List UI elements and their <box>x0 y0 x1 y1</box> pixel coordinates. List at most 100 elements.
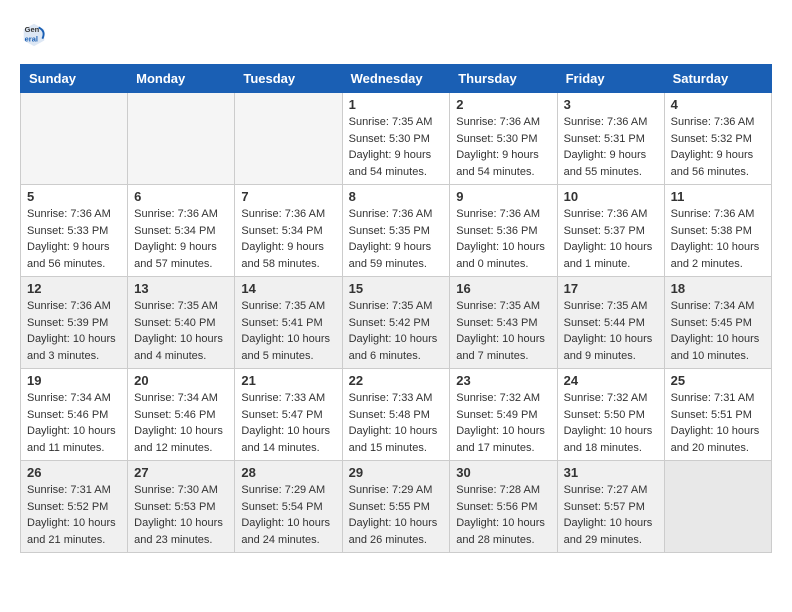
day-info: Sunrise: 7:36 AMSunset: 5:35 PMDaylight:… <box>349 206 444 272</box>
day-info: Sunrise: 7:36 AMSunset: 5:38 PMDaylight:… <box>671 206 765 272</box>
calendar-day-header: Sunday <box>21 65 128 93</box>
day-info: Sunrise: 7:35 AMSunset: 5:41 PMDaylight:… <box>241 298 335 364</box>
calendar-day-cell: 24 Sunrise: 7:32 AMSunset: 5:50 PMDayligh… <box>557 369 664 461</box>
calendar-week-row: 1 Sunrise: 7:35 AMSunset: 5:30 PMDaylight… <box>21 93 772 185</box>
day-number: 8 <box>349 189 444 204</box>
calendar-day-cell: 5 Sunrise: 7:36 AMSunset: 5:33 PMDaylight… <box>21 185 128 277</box>
svg-text:eral: eral <box>25 34 38 43</box>
svg-text:Gen: Gen <box>25 25 40 34</box>
day-info: Sunrise: 7:33 AMSunset: 5:47 PMDaylight:… <box>241 390 335 456</box>
calendar-day-cell: 2Sunrise: 7:36 AMSunset: 5:30 PMDaylight… <box>450 93 557 185</box>
day-number: 17 <box>564 281 658 296</box>
calendar-day-cell: 18Sunrise: 7:34 AMSunset: 5:45 PMDayligh… <box>664 277 771 369</box>
calendar-day-cell: 23 Sunrise: 7:32 AMSunset: 5:49 PMDayligh… <box>450 369 557 461</box>
day-number: 13 <box>134 281 228 296</box>
calendar-day-cell: 1 Sunrise: 7:35 AMSunset: 5:30 PMDaylight… <box>342 93 450 185</box>
day-info: Sunrise: 7:36 AMSunset: 5:33 PMDaylight:… <box>27 206 121 272</box>
calendar-day-header: Monday <box>128 65 235 93</box>
calendar-day-cell: 22 Sunrise: 7:33 AMSunset: 5:48 PMDayligh… <box>342 369 450 461</box>
calendar-day-cell: 12 Sunrise: 7:36 AMSunset: 5:39 PMDayligh… <box>21 277 128 369</box>
day-number: 27 <box>134 465 228 480</box>
day-number: 6 <box>134 189 228 204</box>
calendar-day-cell: 7 Sunrise: 7:36 AMSunset: 5:34 PMDaylight… <box>235 185 342 277</box>
day-number: 25 <box>671 373 765 388</box>
day-number: 10 <box>564 189 658 204</box>
calendar-day-header: Friday <box>557 65 664 93</box>
calendar-day-cell: 13 Sunrise: 7:35 AMSunset: 5:40 PMDayligh… <box>128 277 235 369</box>
day-info: Sunrise: 7:35 AMSunset: 5:44 PMDaylight:… <box>564 298 658 364</box>
day-number: 30 <box>456 465 550 480</box>
calendar-day-header: Tuesday <box>235 65 342 93</box>
day-info: Sunrise: 7:35 AMSunset: 5:30 PMDaylight:… <box>349 114 444 180</box>
calendar-day-cell: 9Sunrise: 7:36 AMSunset: 5:36 PMDaylight… <box>450 185 557 277</box>
day-number: 7 <box>241 189 335 204</box>
calendar-day-cell: 21Sunrise: 7:33 AMSunset: 5:47 PMDayligh… <box>235 369 342 461</box>
day-info: Sunrise: 7:30 AMSunset: 5:53 PMDaylight:… <box>134 482 228 548</box>
day-info: Sunrise: 7:36 AMSunset: 5:39 PMDaylight:… <box>27 298 121 364</box>
calendar-day-cell: 29 Sunrise: 7:29 AMSunset: 5:55 PMDayligh… <box>342 461 450 553</box>
day-number: 4 <box>671 97 765 112</box>
calendar-day-cell: 20 Sunrise: 7:34 AMSunset: 5:46 PMDayligh… <box>128 369 235 461</box>
day-info: Sunrise: 7:35 AMSunset: 5:43 PMDaylight:… <box>456 298 550 364</box>
day-info: Sunrise: 7:33 AMSunset: 5:48 PMDaylight:… <box>349 390 444 456</box>
day-info: Sunrise: 7:34 AMSunset: 5:45 PMDaylight:… <box>671 298 765 364</box>
calendar-week-row: 12 Sunrise: 7:36 AMSunset: 5:39 PMDayligh… <box>21 277 772 369</box>
calendar-table: SundayMondayTuesdayWednesdayThursdayFrid… <box>20 64 772 553</box>
calendar-day-cell <box>235 93 342 185</box>
day-info: Sunrise: 7:36 AMSunset: 5:34 PMDaylight:… <box>134 206 228 272</box>
calendar-day-cell: 8 Sunrise: 7:36 AMSunset: 5:35 PMDaylight… <box>342 185 450 277</box>
calendar-day-cell: 17 Sunrise: 7:35 AMSunset: 5:44 PMDayligh… <box>557 277 664 369</box>
calendar-day-cell: 11Sunrise: 7:36 AMSunset: 5:38 PMDayligh… <box>664 185 771 277</box>
day-info: Sunrise: 7:36 AMSunset: 5:30 PMDaylight:… <box>456 114 550 180</box>
calendar-day-cell: 30 Sunrise: 7:28 AMSunset: 5:56 PMDayligh… <box>450 461 557 553</box>
day-info: Sunrise: 7:36 AMSunset: 5:36 PMDaylight:… <box>456 206 550 272</box>
day-number: 29 <box>349 465 444 480</box>
day-info: Sunrise: 7:36 AMSunset: 5:37 PMDaylight:… <box>564 206 658 272</box>
day-number: 22 <box>349 373 444 388</box>
day-number: 20 <box>134 373 228 388</box>
day-number: 16 <box>456 281 550 296</box>
day-number: 1 <box>349 97 444 112</box>
day-info: Sunrise: 7:36 AMSunset: 5:31 PMDaylight:… <box>564 114 658 180</box>
day-info: Sunrise: 7:31 AMSunset: 5:52 PMDaylight:… <box>27 482 121 548</box>
calendar-header-row: SundayMondayTuesdayWednesdayThursdayFrid… <box>21 65 772 93</box>
day-info: Sunrise: 7:32 AMSunset: 5:50 PMDaylight:… <box>564 390 658 456</box>
calendar-day-cell <box>128 93 235 185</box>
day-info: Sunrise: 7:34 AMSunset: 5:46 PMDaylight:… <box>134 390 228 456</box>
day-number: 14 <box>241 281 335 296</box>
day-number: 23 <box>456 373 550 388</box>
day-info: Sunrise: 7:34 AMSunset: 5:46 PMDaylight:… <box>27 390 121 456</box>
day-info: Sunrise: 7:27 AMSunset: 5:57 PMDaylight:… <box>564 482 658 548</box>
day-info: Sunrise: 7:35 AMSunset: 5:40 PMDaylight:… <box>134 298 228 364</box>
calendar-day-cell: 4 Sunrise: 7:36 AMSunset: 5:32 PMDaylight… <box>664 93 771 185</box>
calendar-day-cell: 27 Sunrise: 7:30 AMSunset: 5:53 PMDayligh… <box>128 461 235 553</box>
calendar-day-cell <box>664 461 771 553</box>
day-info: Sunrise: 7:32 AMSunset: 5:49 PMDaylight:… <box>456 390 550 456</box>
day-info: Sunrise: 7:35 AMSunset: 5:42 PMDaylight:… <box>349 298 444 364</box>
calendar-day-cell <box>21 93 128 185</box>
calendar-day-cell: 31Sunrise: 7:27 AMSunset: 5:57 PMDayligh… <box>557 461 664 553</box>
calendar-day-cell: 3Sunrise: 7:36 AMSunset: 5:31 PMDaylight… <box>557 93 664 185</box>
day-info: Sunrise: 7:29 AMSunset: 5:54 PMDaylight:… <box>241 482 335 548</box>
page-header: Gen eral <box>20 20 772 48</box>
day-number: 15 <box>349 281 444 296</box>
calendar-day-cell: 10 Sunrise: 7:36 AMSunset: 5:37 PMDayligh… <box>557 185 664 277</box>
day-number: 26 <box>27 465 121 480</box>
day-number: 24 <box>564 373 658 388</box>
day-info: Sunrise: 7:36 AMSunset: 5:32 PMDaylight:… <box>671 114 765 180</box>
calendar-day-cell: 25Sunrise: 7:31 AMSunset: 5:51 PMDayligh… <box>664 369 771 461</box>
calendar-day-cell: 26 Sunrise: 7:31 AMSunset: 5:52 PMDayligh… <box>21 461 128 553</box>
day-info: Sunrise: 7:29 AMSunset: 5:55 PMDaylight:… <box>349 482 444 548</box>
calendar-day-cell: 6 Sunrise: 7:36 AMSunset: 5:34 PMDaylight… <box>128 185 235 277</box>
day-info: Sunrise: 7:28 AMSunset: 5:56 PMDaylight:… <box>456 482 550 548</box>
calendar-day-cell: 28 Sunrise: 7:29 AMSunset: 5:54 PMDayligh… <box>235 461 342 553</box>
day-number: 5 <box>27 189 121 204</box>
calendar-day-header: Wednesday <box>342 65 450 93</box>
calendar-week-row: 19Sunrise: 7:34 AMSunset: 5:46 PMDayligh… <box>21 369 772 461</box>
logo: Gen eral <box>20 20 52 48</box>
calendar-day-cell: 19Sunrise: 7:34 AMSunset: 5:46 PMDayligh… <box>21 369 128 461</box>
day-number: 12 <box>27 281 121 296</box>
day-info: Sunrise: 7:36 AMSunset: 5:34 PMDaylight:… <box>241 206 335 272</box>
day-number: 28 <box>241 465 335 480</box>
calendar-week-row: 26 Sunrise: 7:31 AMSunset: 5:52 PMDayligh… <box>21 461 772 553</box>
